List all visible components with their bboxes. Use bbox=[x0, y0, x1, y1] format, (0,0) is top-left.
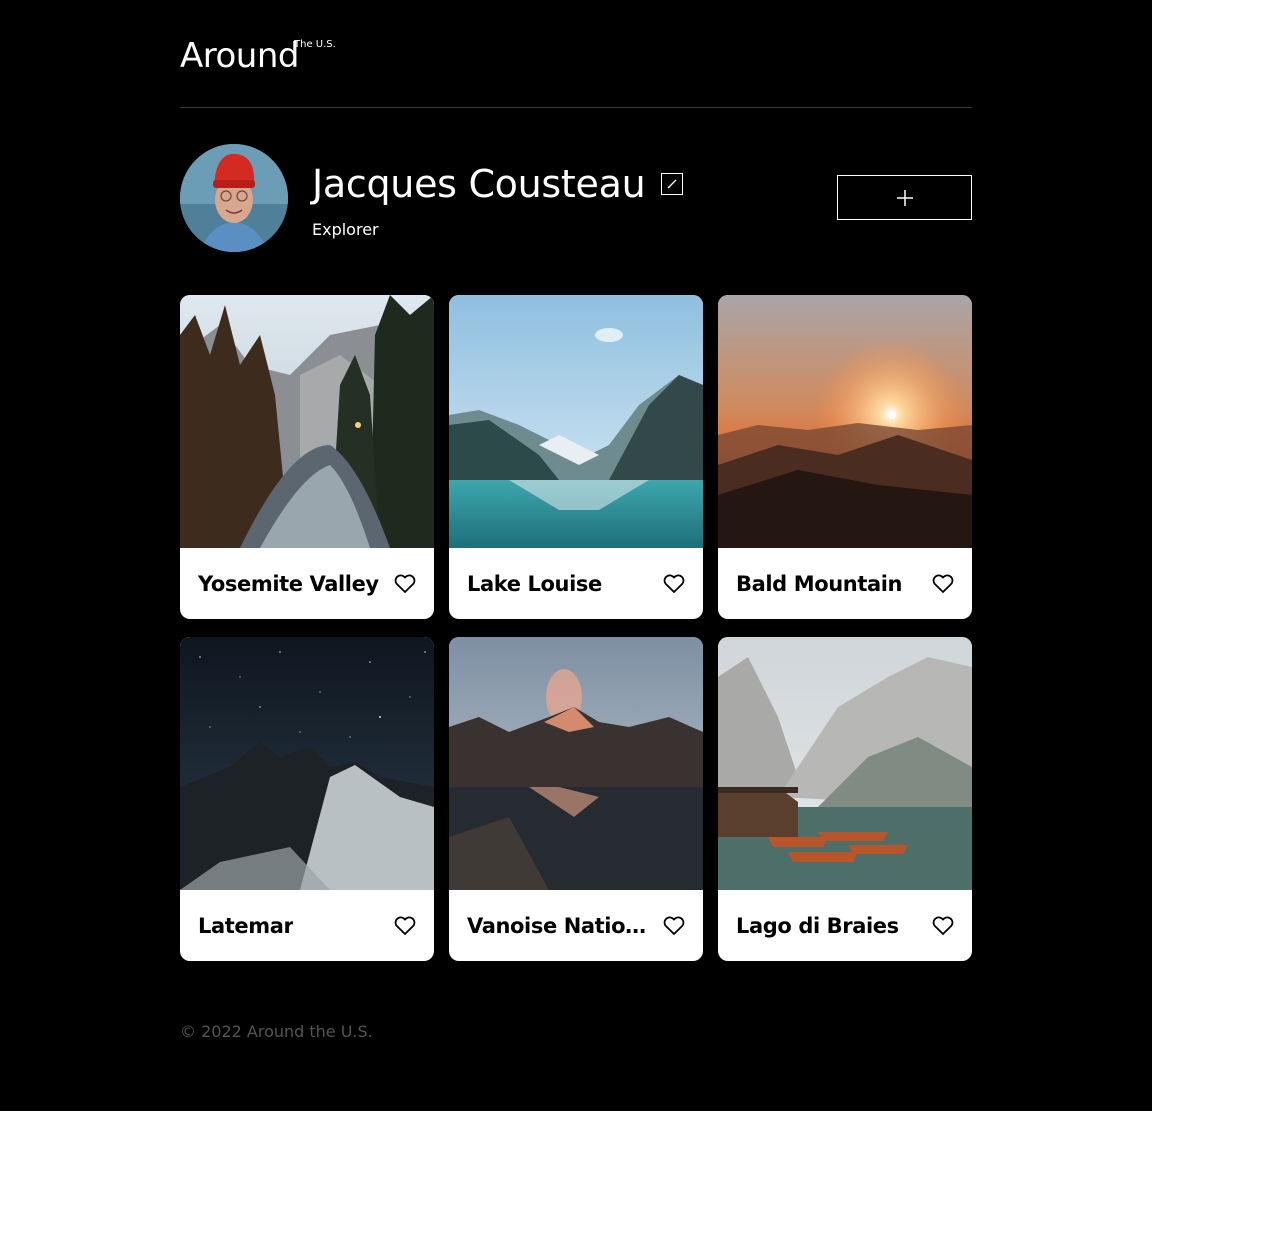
card-title: Vanoise National Park bbox=[467, 913, 657, 938]
card-photo-lake-louise[interactable] bbox=[449, 295, 703, 548]
card-footer: Lake Louise bbox=[449, 548, 703, 619]
card: Bald Mountain bbox=[718, 295, 972, 619]
profile: Jacques Cousteau Explorer bbox=[180, 144, 972, 252]
card-title: Latemar bbox=[198, 913, 294, 938]
heart-icon bbox=[394, 574, 416, 593]
logo-superscript: The U.S. bbox=[294, 39, 336, 50]
card-title: Yosemite Valley bbox=[198, 571, 379, 596]
heart-icon bbox=[394, 916, 416, 935]
card-title: Lago di Braies bbox=[736, 913, 899, 938]
add-place-button[interactable] bbox=[837, 175, 972, 220]
card-footer: Lago di Braies bbox=[718, 890, 972, 961]
like-button[interactable] bbox=[932, 574, 954, 594]
card: Lago di Braies bbox=[718, 637, 972, 961]
logo-main-text: Around bbox=[180, 36, 299, 76]
cards-grid: Yosemite Valley Lake Louise Bald Mountai… bbox=[180, 295, 972, 961]
card-footer: Yosemite Valley bbox=[180, 548, 434, 619]
avatar bbox=[180, 144, 288, 252]
footer: © 2022 Around the U.S. bbox=[180, 1022, 373, 1041]
pencil-icon bbox=[667, 179, 677, 189]
card: Lake Louise bbox=[449, 295, 703, 619]
profile-info: Jacques Cousteau Explorer bbox=[312, 162, 684, 240]
heart-icon bbox=[932, 574, 954, 593]
card-title: Lake Louise bbox=[467, 571, 602, 596]
like-button[interactable] bbox=[394, 574, 416, 594]
profile-job: Explorer bbox=[312, 220, 379, 239]
card-title: Bald Mountain bbox=[736, 571, 903, 596]
logo: Around The U.S. bbox=[180, 36, 336, 76]
card-photo-lago-di-braies[interactable] bbox=[718, 637, 972, 890]
like-button[interactable] bbox=[663, 916, 685, 936]
footer-copyright: © 2022 Around the U.S. bbox=[180, 1022, 373, 1041]
header: Around The U.S. bbox=[180, 36, 972, 108]
card-footer: Latemar bbox=[180, 890, 434, 961]
heart-icon bbox=[663, 574, 685, 593]
card: Yosemite Valley bbox=[180, 295, 434, 619]
profile-name-row: Jacques Cousteau bbox=[312, 162, 684, 206]
card-photo-bald-mountain[interactable] bbox=[718, 295, 972, 548]
card-photo-yosemite[interactable] bbox=[180, 295, 434, 548]
like-button[interactable] bbox=[663, 574, 685, 594]
card-photo-latemar[interactable] bbox=[180, 637, 434, 890]
avatar-image bbox=[180, 144, 288, 252]
card-photo-vanoise[interactable] bbox=[449, 637, 703, 890]
edit-profile-button[interactable] bbox=[661, 173, 684, 195]
heart-icon bbox=[932, 916, 954, 935]
card-footer: Bald Mountain bbox=[718, 548, 972, 619]
heart-icon bbox=[663, 916, 685, 935]
like-button[interactable] bbox=[932, 916, 954, 936]
card: Vanoise National Park bbox=[449, 637, 703, 961]
page: Around The U.S. Jacques Cousteau Explore… bbox=[0, 0, 1152, 1111]
card: Latemar bbox=[180, 637, 434, 961]
plus-icon bbox=[896, 189, 913, 206]
card-footer: Vanoise National Park bbox=[449, 890, 703, 961]
like-button[interactable] bbox=[394, 916, 416, 936]
profile-name: Jacques Cousteau bbox=[312, 162, 646, 206]
